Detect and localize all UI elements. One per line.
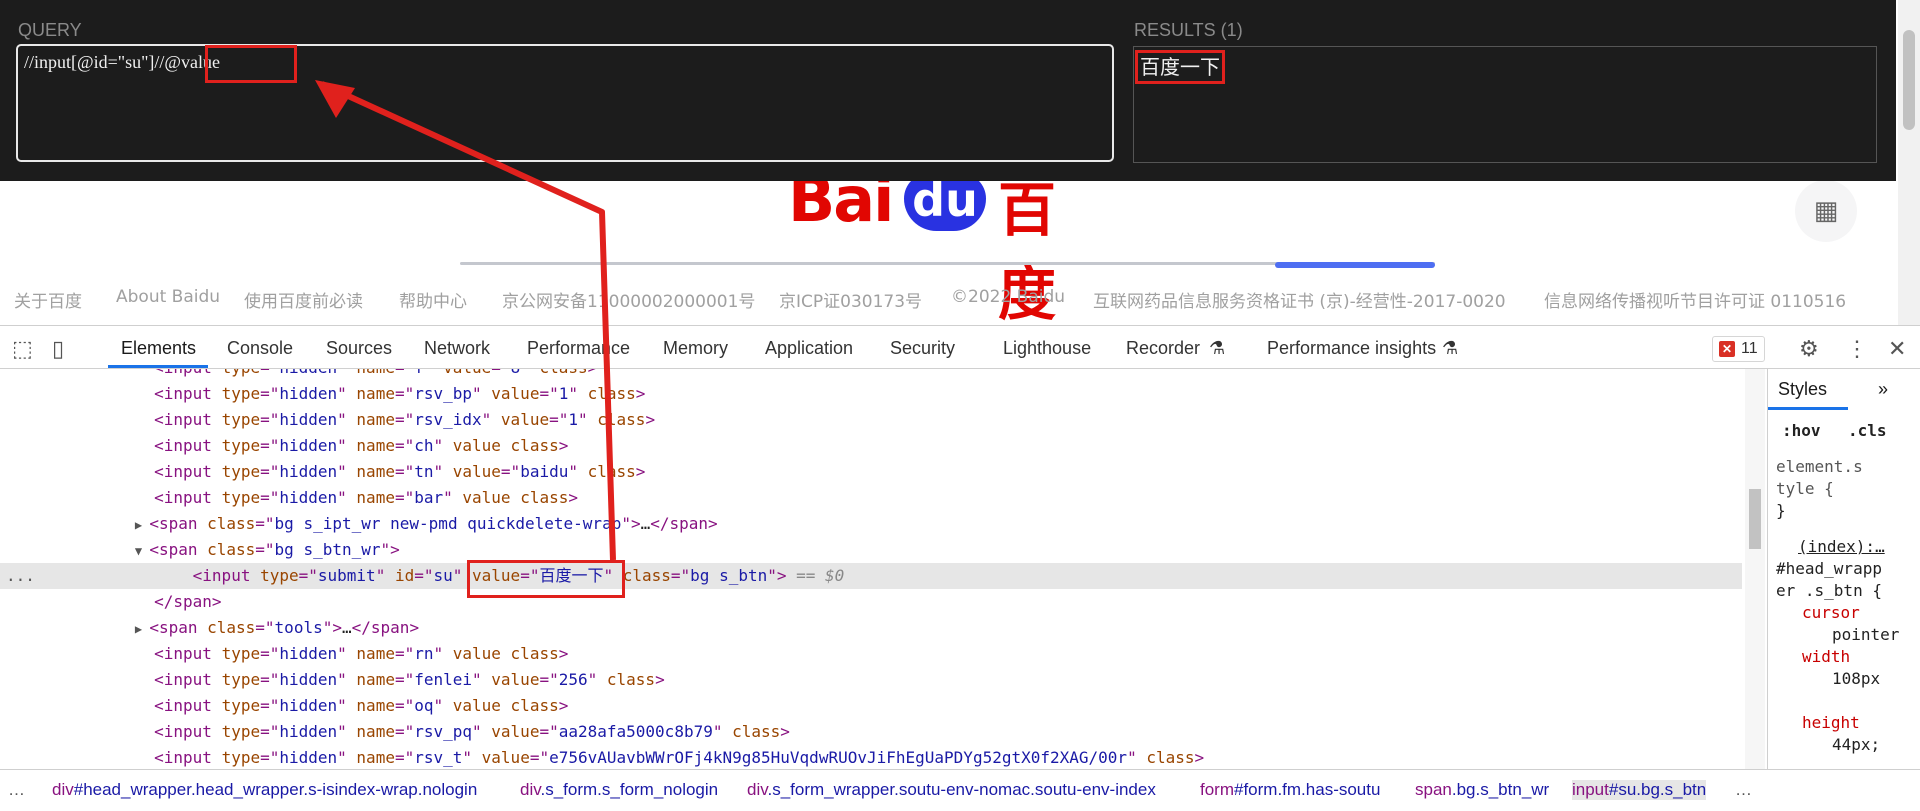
flask-icon: ⚗ [1442, 338, 1459, 358]
result-value: 百度一下 [1135, 50, 1225, 84]
chevron-right-icon[interactable]: » [1878, 379, 1888, 400]
breadcrumb-item[interactable]: div.s_form.s_form_nologin [520, 780, 718, 800]
breadcrumb-overflow[interactable]: … [8, 780, 25, 800]
breadcrumb-overflow[interactable]: … [1735, 780, 1752, 800]
expand-triangle-icon[interactable]: ▶ [135, 518, 149, 532]
elements-scrollbar[interactable] [1745, 369, 1765, 769]
elements-scrollbar-thumb[interactable] [1749, 489, 1761, 549]
dom-node[interactable]: </span> [0, 589, 1742, 615]
dom-node[interactable]: ▶ <span class="tools">…</span> [0, 615, 1742, 641]
breadcrumb: … div#head_wrapper.head_wrapper.s-isinde… [0, 769, 1920, 811]
breadcrumb-item[interactable]: form#form.fm.has-soutu [1200, 780, 1380, 800]
error-count-badge[interactable]: ✕ 11 [1712, 336, 1765, 362]
dom-node[interactable]: <input type="hidden" name="rsv_pq" value… [0, 719, 1742, 745]
prop-name[interactable]: height [1802, 713, 1860, 732]
query-highlight-box [205, 45, 297, 83]
gear-icon[interactable]: ⚙ [1799, 336, 1819, 362]
element-style-line-3: } [1776, 501, 1786, 520]
dom-node[interactable]: <input type="hidden" name="ch" value cla… [0, 433, 1742, 459]
dom-node[interactable]: <input type="hidden" name="rsv_t" value=… [0, 745, 1742, 769]
dom-node[interactable]: <input type="hidden" name="f" value="8" … [0, 369, 1742, 381]
xpath-query-input[interactable]: //input[@id="su"]//@value [16, 44, 1114, 162]
footer-icp[interactable]: 京ICP证030173号 [779, 287, 922, 312]
device-toolbar-icon[interactable]: ▯ [52, 336, 64, 362]
prop-name[interactable]: cursor [1802, 603, 1860, 622]
qr-code-icon[interactable]: ▦ [1795, 180, 1857, 242]
query-label: QUERY [18, 20, 82, 40]
tab-sources[interactable]: Sources [326, 338, 392, 359]
search-button[interactable] [1275, 262, 1435, 268]
dom-node-selected[interactable]: ... <input type="submit" id="su" value="百… [0, 563, 1742, 589]
xpath-helper-panel: QUERY //input[@id="su"]//@value RESULTS … [0, 0, 1896, 181]
tab-memory[interactable]: Memory [663, 338, 728, 359]
element-style-line-1: element.s [1776, 457, 1863, 476]
footer-about-en[interactable]: About Baidu [116, 287, 220, 307]
prop-value[interactable]: pointer [1832, 625, 1899, 644]
flask-icon: ⚗ [1209, 338, 1226, 358]
prop-value[interactable]: 44px; [1832, 735, 1880, 754]
dom-node[interactable]: <input type="hidden" name="oq" value cla… [0, 693, 1742, 719]
prop-value[interactable]: 108px [1832, 669, 1880, 688]
elements-tree[interactable]: <input type="hidden" name="f" value="8" … [0, 369, 1745, 769]
hov-toggle[interactable]: :hov [1782, 421, 1821, 440]
dom-node[interactable]: ▼ <span class="bg s_btn_wr"> [0, 537, 1742, 563]
dom-node[interactable]: <input type="hidden" name="tn" value="ba… [0, 459, 1742, 485]
rule-selector-2: er .s_btn { [1776, 581, 1882, 600]
close-icon[interactable]: ✕ [1888, 336, 1906, 362]
value-highlight-box [467, 560, 625, 598]
rule-selector-1: #head_wrapp [1776, 559, 1882, 578]
rule-source-link[interactable]: (index):… [1798, 537, 1885, 556]
devtools-panel: ⬚ ▯ Elements Console Sources Network Per… [0, 325, 1920, 811]
footer-drug-license[interactable]: 互联网药品信息服务资格证书 (京)-经营性-2017-0020 [1093, 287, 1506, 312]
node-actions-icon[interactable]: ... [6, 563, 35, 589]
query-text: //input[@id="su"]//@value [24, 52, 220, 72]
footer-copyright: ©2022 Baidu [951, 287, 1066, 307]
tab-network[interactable]: Network [424, 338, 490, 359]
expand-triangle-icon[interactable]: ▶ [135, 622, 149, 636]
active-tab-indicator [108, 365, 208, 368]
xpath-results-box: 百度一下 [1133, 46, 1877, 163]
error-count: 11 [1741, 340, 1758, 357]
styles-tab-indicator [1768, 407, 1848, 410]
footer-av-license[interactable]: 信息网络传播视听节目许可证 0110516 [1544, 287, 1846, 312]
footer-police-record[interactable]: 京公网安备11000002000001号 [502, 287, 755, 312]
logo-du: du [904, 173, 986, 231]
tab-security[interactable]: Security [890, 338, 955, 359]
devtools-tabbar: ⬚ ▯ Elements Console Sources Network Per… [0, 326, 1920, 369]
dom-node[interactable]: ▶ <span class="bg s_ipt_wr new-pmd quick… [0, 511, 1742, 537]
dom-node[interactable]: <input type="hidden" name="fenlei" value… [0, 667, 1742, 693]
dom-node[interactable]: <input type="hidden" name="rsv_bp" value… [0, 381, 1742, 407]
dom-node[interactable]: <input type="hidden" name="bar" value cl… [0, 485, 1742, 511]
tab-application[interactable]: Application [765, 338, 853, 359]
breadcrumb-item-selected[interactable]: input#su.bg.s_btn [1572, 780, 1707, 800]
element-style-line-2: tyle { [1776, 479, 1834, 498]
tab-performance[interactable]: Performance [527, 338, 630, 359]
breadcrumb-item[interactable]: span.bg.s_btn_wr [1415, 780, 1549, 800]
collapse-triangle-icon[interactable]: ▼ [135, 544, 149, 558]
dom-node[interactable]: <input type="hidden" name="rn" value cla… [0, 641, 1742, 667]
error-icon: ✕ [1719, 341, 1735, 357]
prop-name[interactable]: width [1802, 647, 1850, 666]
results-label: RESULTS (1) [1134, 20, 1243, 40]
page-scrollbar[interactable] [1898, 0, 1920, 325]
tab-recorder[interactable]: Recorder [1126, 338, 1200, 359]
tab-elements[interactable]: Elements [121, 338, 196, 359]
breadcrumb-item[interactable]: div#head_wrapper.head_wrapper.s-isindex-… [52, 780, 477, 800]
tab-performance-insights[interactable]: Performance insights [1267, 338, 1436, 359]
footer-about-cn[interactable]: 关于百度 [14, 287, 82, 312]
cls-toggle[interactable]: .cls [1848, 421, 1887, 440]
breadcrumb-item[interactable]: div.s_form_wrapper.soutu-env-nomac.soutu… [747, 780, 1156, 800]
more-options-icon[interactable]: ⋮ [1846, 336, 1868, 362]
footer-help[interactable]: 帮助中心 [399, 287, 467, 312]
inspect-element-icon[interactable]: ⬚ [12, 336, 33, 362]
footer-terms[interactable]: 使用百度前必读 [244, 287, 363, 312]
tab-styles[interactable]: Styles [1778, 379, 1827, 400]
page-scrollbar-thumb[interactable] [1903, 30, 1915, 130]
tab-lighthouse[interactable]: Lighthouse [1003, 338, 1091, 359]
tab-console[interactable]: Console [227, 338, 293, 359]
styles-pane: Styles » :hov .cls element.s tyle { } (i… [1767, 369, 1920, 769]
dom-node[interactable]: <input type="hidden" name="rsv_idx" valu… [0, 407, 1742, 433]
